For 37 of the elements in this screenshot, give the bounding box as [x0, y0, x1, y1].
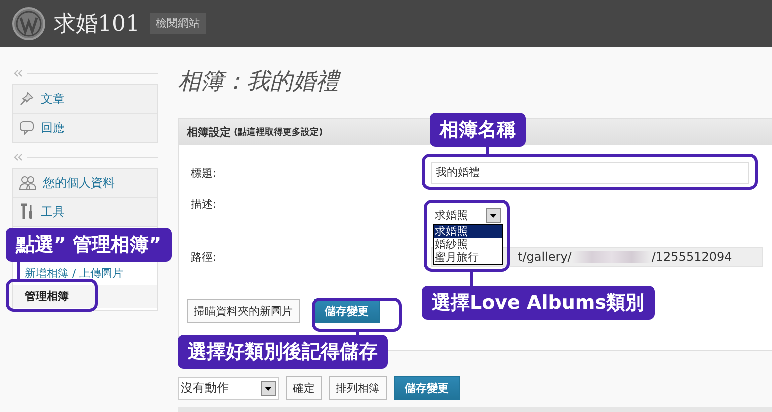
- callout-tooltip: 點選” 管理相簿”: [6, 228, 172, 262]
- collapse-icon[interactable]: [14, 154, 23, 160]
- dropdown-option[interactable]: 婚紗照: [434, 238, 502, 251]
- menu-item[interactable]: 您的個人資料: [13, 169, 157, 198]
- panel-hint: (點這裡取得更多設定): [234, 126, 324, 138]
- action-button[interactable]: 排列相簿: [329, 376, 387, 400]
- field-label: 標題:: [191, 166, 218, 180]
- action-button[interactable]: 確定: [286, 376, 322, 400]
- field-label: 描述:: [191, 197, 218, 212]
- action-button[interactable]: 掃瞄資料夾的新圖片: [187, 299, 300, 323]
- action-button[interactable]: 儲存變更: [314, 299, 380, 323]
- view-site-button[interactable]: 檢閱網站: [150, 13, 206, 34]
- path-text: t/gallery/: [518, 250, 572, 264]
- action-button[interactable]: 儲存變更: [394, 376, 460, 400]
- menu-item[interactable]: 工具: [13, 198, 157, 226]
- users-icon: [19, 175, 37, 191]
- tools-icon: [19, 203, 35, 221]
- logo-icon: [12, 6, 46, 40]
- title-input-field[interactable]: 我的婚禮: [431, 162, 749, 184]
- category-dropdown[interactable]: 求婚照: [433, 207, 501, 223]
- submenu-item[interactable]: 新增相簿 / 上傳圖片: [13, 262, 157, 285]
- dropdown-option[interactable]: 蜜月旅行: [434, 251, 502, 264]
- collapse-icon[interactable]: [14, 70, 23, 76]
- path-text: /1255512094: [652, 250, 732, 264]
- submenu-item[interactable]: 管理相簿: [13, 285, 157, 308]
- site-title[interactable]: 求婚101: [54, 8, 140, 38]
- callout-tooltip: 選擇好類別後記得儲存: [178, 335, 388, 369]
- dropdown-option[interactable]: 求婚照: [434, 225, 502, 238]
- pushpin-icon: [19, 91, 35, 107]
- panel-title: 相簿設定: [187, 124, 231, 140]
- field-label: 路徑:: [191, 250, 218, 264]
- menu-item[interactable]: 回應: [13, 114, 157, 142]
- callout-tooltip: 選擇Love Albums類別: [422, 286, 654, 320]
- callout-tooltip: 相簿名稱: [430, 113, 526, 147]
- speech-bubble-icon: [19, 120, 35, 136]
- menu-item[interactable]: 文章: [13, 85, 157, 114]
- bulk-action-dropdown[interactable]: 沒有動作: [178, 376, 279, 400]
